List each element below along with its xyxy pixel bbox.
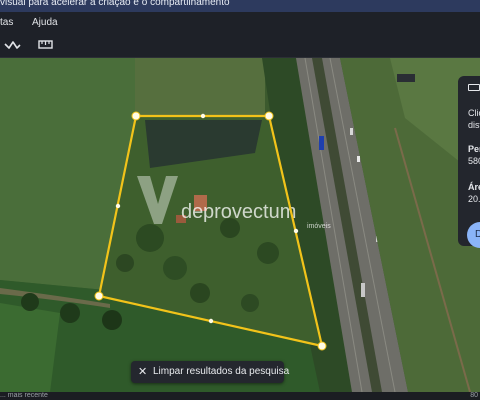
- field-north: [135, 58, 265, 116]
- path-tool-icon: [4, 41, 21, 49]
- tree: [60, 303, 80, 323]
- polygon-midpoint-handle[interactable]: [200, 113, 206, 119]
- field-southwest: [0, 303, 60, 392]
- tree: [102, 310, 122, 330]
- toolbar: [0, 32, 480, 58]
- polygon-midpoint-handle[interactable]: [293, 228, 299, 234]
- panel-instruction-line2: dist: [468, 120, 480, 130]
- watermark-subtitle: imóveis: [307, 223, 331, 230]
- tree-cluster: [136, 224, 164, 252]
- polygon-midpoint-handle[interactable]: [208, 318, 214, 324]
- clear-search-results-label: Limpar resultados da pesquisa: [153, 366, 290, 377]
- ruler-icon: [38, 40, 53, 49]
- top-banner: visual para acelerar a criação e o compa…: [0, 0, 480, 12]
- polygon-midpoint-handle[interactable]: [115, 203, 121, 209]
- vehicle: [361, 283, 365, 297]
- menu-item-tools[interactable]: tas: [0, 17, 13, 28]
- status-bar: ... mais recente 80: [0, 392, 480, 400]
- panel-action-label: D: [475, 229, 480, 240]
- perimeter-value: 580: [468, 156, 480, 166]
- measure-panel: Clic dist Per 580 Áre 20.: [458, 76, 480, 246]
- status-right-text: 80: [470, 392, 478, 399]
- menu-item-help[interactable]: Ajuda: [32, 17, 58, 28]
- clear-search-results-button[interactable]: ✕ Limpar resultados da pesquisa: [131, 361, 289, 383]
- building: [397, 74, 415, 82]
- ruler-icon: [468, 84, 480, 91]
- polygon-vertex-handle[interactable]: [317, 341, 327, 351]
- watermark-brand-prefix: de: [181, 201, 203, 223]
- menu-bar: tas Ajuda: [0, 12, 480, 32]
- vehicle: [350, 128, 353, 135]
- close-icon: ✕: [138, 366, 148, 378]
- tree: [21, 293, 39, 311]
- area-value: 20.: [468, 194, 480, 204]
- watermark-brand-name: provectum: [203, 201, 296, 223]
- polygon-vertex-handle[interactable]: [264, 111, 274, 121]
- tree-cluster: [190, 283, 210, 303]
- polygon-vertex-handle[interactable]: [94, 291, 104, 301]
- tree-cluster: [241, 294, 259, 312]
- tree-cluster: [116, 254, 134, 272]
- panel-instruction-line1: Clic: [468, 108, 480, 118]
- banner-text: visual para acelerar a criação e o compa…: [0, 0, 230, 8]
- area-label: Áre: [468, 182, 480, 192]
- ruler-tool-button[interactable]: [36, 35, 56, 55]
- vehicle-truck: [319, 136, 324, 150]
- status-left-text: ... mais recente: [0, 392, 48, 399]
- tree-cluster: [163, 256, 187, 280]
- vehicle: [357, 156, 360, 162]
- satellite-map[interactable]: de provectum imóveis: [0, 58, 480, 392]
- tree-cluster: [257, 242, 279, 264]
- perimeter-label: Per: [468, 144, 480, 154]
- path-tool-button[interactable]: [2, 35, 22, 55]
- polygon-vertex-handle[interactable]: [131, 111, 141, 121]
